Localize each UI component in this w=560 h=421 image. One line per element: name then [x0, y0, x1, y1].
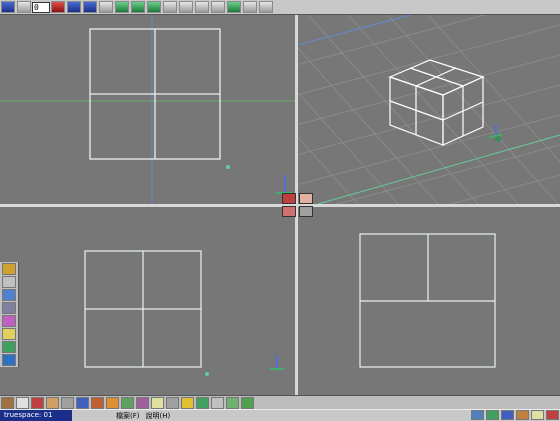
view-button-1[interactable] [282, 193, 296, 204]
scene-icon[interactable] [2, 354, 16, 366]
view-button-4[interactable] [299, 206, 313, 217]
camera-tool-icon[interactable] [2, 341, 16, 353]
tool-icon-10[interactable] [136, 397, 149, 409]
perspective-grid [298, 15, 560, 204]
end-icon[interactable] [83, 1, 97, 13]
select-icon[interactable] [471, 410, 484, 420]
tool-icon-6[interactable] [76, 397, 89, 409]
object-icon[interactable] [2, 302, 16, 314]
tool-icon-9[interactable] [121, 397, 134, 409]
x-icon[interactable] [531, 410, 544, 420]
light-tool-icon[interactable] [2, 328, 16, 340]
grid-icon[interactable] [115, 1, 129, 13]
tool-icon-7[interactable] [91, 397, 104, 409]
view-controls [282, 193, 316, 219]
layout-icon[interactable] [501, 410, 514, 420]
paint-icon[interactable] [131, 1, 145, 13]
trash-icon[interactable] [259, 1, 273, 13]
view-button-2[interactable] [299, 193, 313, 204]
render-icon[interactable] [163, 1, 177, 13]
top-view[interactable] [0, 15, 295, 204]
status-icons [470, 410, 560, 421]
frame-number-input[interactable]: 0 [32, 1, 50, 13]
tool-icon-15[interactable] [211, 397, 224, 409]
color-icon[interactable] [2, 315, 16, 327]
tool-icon-14[interactable] [196, 397, 209, 409]
tool-icon-12[interactable] [166, 397, 179, 409]
top-toolbar: 0 [0, 0, 560, 15]
shape-icon[interactable] [2, 289, 16, 301]
render-tool-icon[interactable] [516, 410, 529, 420]
front-view[interactable] [0, 207, 295, 395]
timeline-icon[interactable] [99, 1, 113, 13]
menu-help[interactable]: 說明(H) [146, 411, 171, 421]
side-view[interactable] [298, 207, 560, 395]
camera-icon[interactable] [179, 1, 193, 13]
tool-icon-4[interactable] [46, 397, 59, 409]
material-icon[interactable] [2, 263, 16, 275]
edit-icon[interactable] [2, 276, 16, 288]
tool-icon-2[interactable] [16, 397, 29, 409]
status-bar: truespace: 01 檔案(F) 說明(H) [0, 409, 560, 421]
magnet-icon[interactable] [243, 1, 257, 13]
cube-wireframe [388, 59, 485, 146]
tool-icon-1[interactable] [1, 397, 14, 409]
bottom-toolbar [0, 395, 560, 410]
tool-icon-13[interactable] [181, 397, 194, 409]
perspective-view[interactable] [298, 15, 560, 204]
deform-icon[interactable] [195, 1, 209, 13]
grid-snap-icon[interactable] [486, 410, 499, 420]
tool-icon-3[interactable] [31, 397, 44, 409]
align-icon[interactable] [227, 1, 241, 13]
next-frame-icon[interactable] [67, 1, 81, 13]
prev-frame-icon[interactable] [17, 1, 31, 13]
close-icon[interactable] [546, 410, 559, 420]
light-icon[interactable] [211, 1, 225, 13]
window-title: truespace: 01 [0, 410, 72, 421]
left-toolbar [0, 262, 19, 367]
rewind-icon[interactable] [1, 1, 15, 13]
tool-icon-5[interactable] [61, 397, 74, 409]
view-button-3[interactable] [282, 206, 296, 217]
tool-icon-16[interactable] [226, 397, 239, 409]
play-icon[interactable] [51, 1, 65, 13]
model-icon[interactable] [147, 1, 161, 13]
tool-icon-8[interactable] [106, 397, 119, 409]
menu-file[interactable]: 檔案(F) [116, 411, 140, 421]
tool-icon-11[interactable] [151, 397, 164, 409]
tool-icon-17[interactable] [241, 397, 254, 409]
